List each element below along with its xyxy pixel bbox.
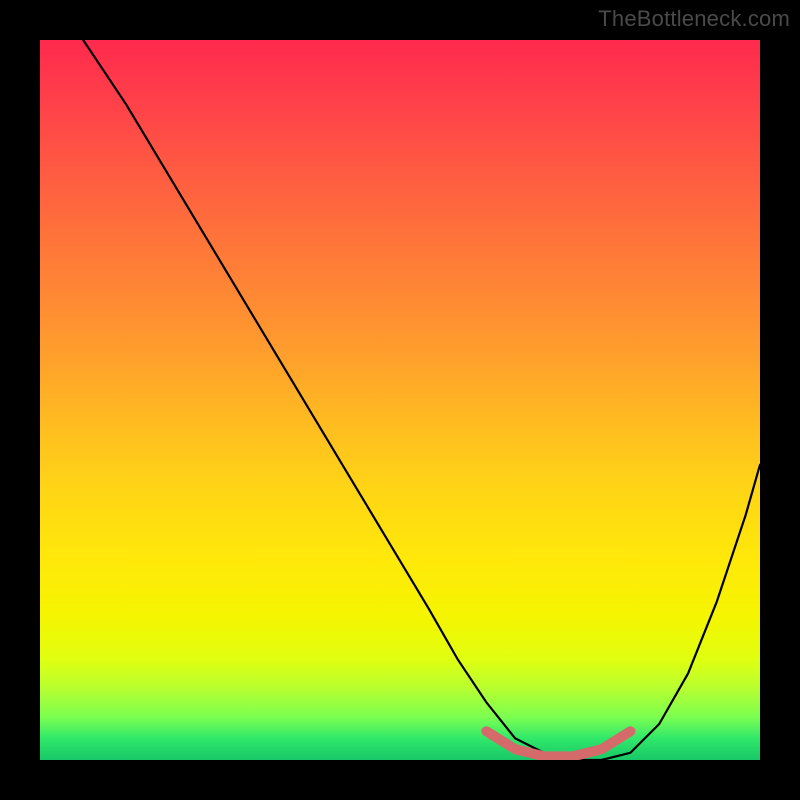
chart-frame: TheBottleneck.com [0,0,800,800]
watermark-text: TheBottleneck.com [598,6,790,32]
background-gradient [40,40,760,760]
plot-area [40,40,760,760]
